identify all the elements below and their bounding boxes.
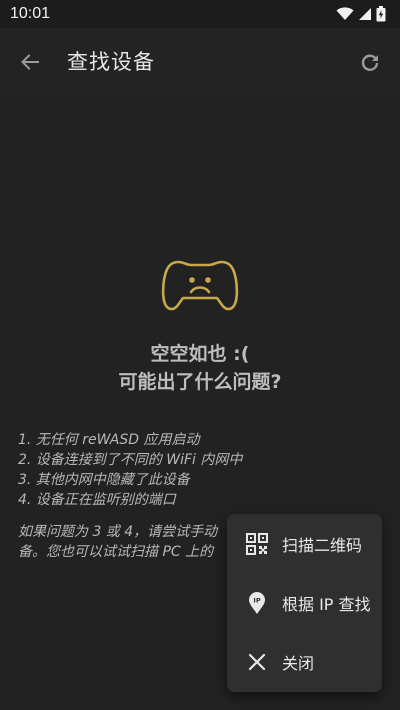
app-bar: 查找设备 <box>0 28 400 96</box>
menu-item-scan-qr[interactable]: 扫描二维码 <box>227 517 382 571</box>
arrow-back-icon <box>21 54 39 70</box>
menu-item-label: 关闭 <box>282 654 315 673</box>
refresh-button[interactable] <box>354 46 386 78</box>
battery-icon <box>376 6 386 22</box>
empty-state-subtitle: 可能出了什么问题? <box>118 371 282 393</box>
reason-item: 4. 设备正在监听别的端口 <box>18 492 176 508</box>
cellular-signal-icon <box>359 8 371 20</box>
popup-menu: 扫描二维码 IP 根据 IP 查找 关闭 <box>227 514 382 692</box>
menu-item-label: 扫描二维码 <box>282 536 363 555</box>
reason-item: 1. 无任何 reWASD 应用启动 <box>18 432 200 448</box>
status-bar: 10:01 <box>0 0 400 28</box>
refresh-icon <box>361 54 379 71</box>
back-button[interactable] <box>14 46 46 78</box>
reasons-list: 1. 无任何 reWASD 应用启动 2. 设备连接到了不同的 WiFi 内网中… <box>18 430 388 510</box>
reason-item: 3. 其他内网中隐藏了此设备 <box>18 472 190 488</box>
qr-code-icon <box>246 533 268 555</box>
empty-state-title: 空空如也 :( <box>150 343 250 365</box>
menu-item-close[interactable]: 关闭 <box>227 635 382 689</box>
menu-item-find-by-ip[interactable]: IP 根据 IP 查找 <box>227 576 382 630</box>
status-time: 10:01 <box>10 5 51 22</box>
status-icons <box>336 6 386 22</box>
reason-item: 2. 设备连接到了不同的 WiFi 内网中 <box>18 452 243 468</box>
ip-location-icon: IP <box>246 592 268 614</box>
page-title: 查找设备 <box>67 50 155 74</box>
svg-text:IP: IP <box>253 597 260 605</box>
menu-item-label: 根据 IP 查找 <box>282 595 371 614</box>
sad-gamepad-icon <box>160 256 240 320</box>
close-icon <box>246 651 268 673</box>
wifi-icon <box>336 7 354 20</box>
